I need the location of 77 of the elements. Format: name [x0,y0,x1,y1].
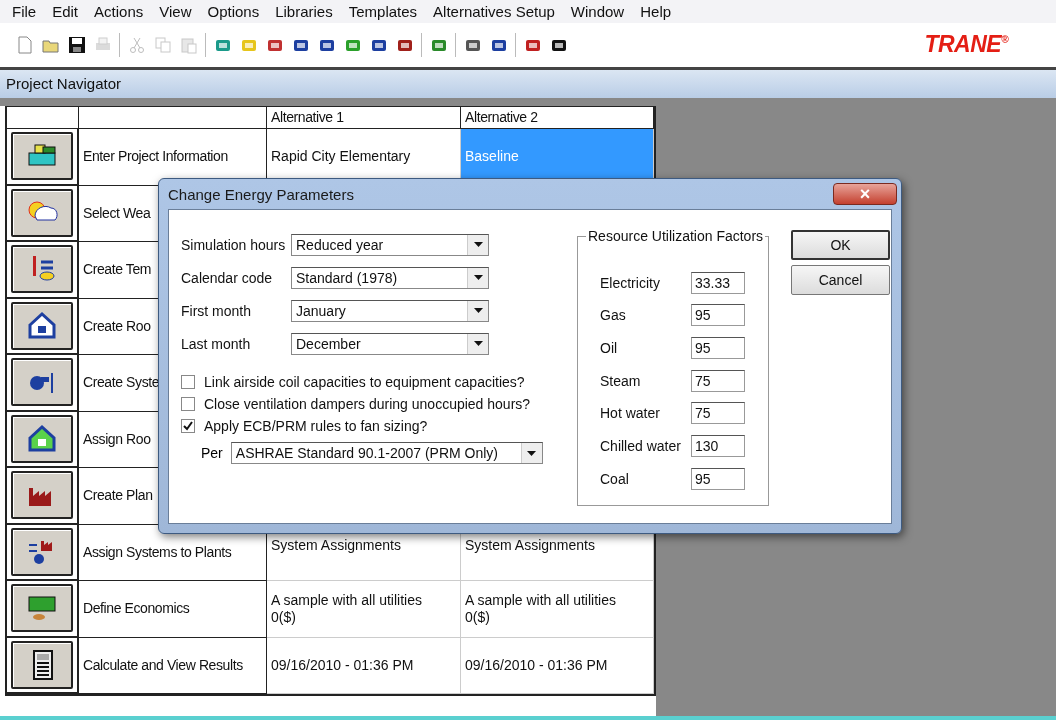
field-label: Hot water [600,405,661,422]
step-label: Assign Roo [83,430,151,448]
input-field[interactable]: 95 [691,467,745,490]
dropdown[interactable]: December [291,332,489,355]
panel-title: Project Navigator [0,69,1056,99]
dropdown[interactable]: ASHRAE Standard 90.1-2007 (PRM Only) [230,442,543,465]
dialog-title: Change Energy Parameters [168,185,354,203]
group-title: Resource Utilization Factors [587,228,765,245]
step-label: Select Wea [83,204,151,222]
step-button[interactable] [11,414,73,463]
field-label: Calendar code [181,269,274,286]
table-cell[interactable]: A sample with all utilities 0($) [267,581,461,638]
field-label: Last month [181,335,252,352]
field-label: First month [181,302,252,319]
step-label: Define Economics [83,600,190,618]
step-button[interactable] [11,584,73,633]
menu-item[interactable]: Options [199,2,268,20]
cancel-button[interactable]: Cancel [791,265,890,296]
input-field[interactable]: 95 [691,304,745,327]
field-label: Oil [600,339,619,356]
input-field[interactable]: 33.33 [691,271,745,294]
dropdown[interactable]: Reduced year [291,233,489,256]
input-field[interactable]: 95 [691,336,745,359]
field-label: Steam [600,372,642,389]
step-button[interactable] [11,245,73,294]
step-label: Create Tem [83,261,152,279]
field-label: Chilled water [600,437,682,454]
table-cell[interactable]: 09/16/2010 - 01:36 PM [461,637,654,695]
dropdown-arrow-icon [473,341,483,347]
menu-item[interactable]: Templates [340,2,426,20]
step-button[interactable] [11,640,73,689]
checkbox-label: Close ventilation dampers during unoccupied hours? [204,396,531,413]
step-button[interactable] [11,301,73,350]
checkbox[interactable] [181,375,195,390]
checkbox-label: Link airside coil capacities to equipment capacities? [204,374,525,391]
field-label: Per [201,445,223,462]
step-label: Assign Systems to Plants [83,543,232,561]
column-header: Alternative 2 [465,109,538,127]
dropdown-arrow-icon [473,308,483,314]
dropdown-arrow-icon [527,450,537,456]
step-label: Create Syste [83,374,160,392]
menu-item[interactable]: Actions [86,2,152,20]
field-label: Gas [600,307,627,324]
step-label: Calculate and View Results [83,656,243,674]
field-label: Simulation hours [181,236,287,253]
checkbox[interactable] [181,397,195,412]
step-label: Create Roo [83,317,151,335]
menu-item[interactable]: File [4,2,45,20]
menu-item[interactable]: View [151,2,200,20]
menu-item[interactable]: Edit [44,2,87,20]
menu-item[interactable]: Window [562,2,633,20]
dropdown[interactable]: Standard (1978) [291,266,489,289]
checkbox[interactable] [181,419,195,434]
menu-item[interactable]: Libraries [267,2,341,20]
menu-item[interactable]: Help [632,2,680,20]
field-label: Electricity [600,274,661,291]
column-header: Alternative 1 [271,109,344,127]
table-cell[interactable]: 09/16/2010 - 01:36 PM [267,637,461,695]
ok-button[interactable]: OK [791,230,890,261]
menu-item[interactable]: Alternatives Setup [425,2,563,20]
input-field[interactable]: 75 [691,402,745,425]
dropdown[interactable]: January [291,299,489,322]
field-label: Coal [600,470,630,487]
dropdown-arrow-icon [473,242,483,248]
table-cell[interactable]: A sample with all utilities 0($) [461,581,654,638]
checkbox-label: Apply ECB/PRM rules to fan sizing? [204,418,428,435]
step-button[interactable] [11,358,73,407]
step-button[interactable] [11,188,73,237]
input-field[interactable]: 75 [691,369,745,392]
logo: TRANE$^{®}$ [924,31,1008,59]
step-button[interactable] [11,471,73,520]
step-label: Enter Project Information [83,148,228,166]
dropdown-arrow-icon [473,275,483,281]
step-button[interactable] [11,132,73,181]
step-button[interactable] [11,527,73,576]
input-field[interactable]: 130 [691,434,745,457]
step-label: Create Plan [83,487,153,505]
